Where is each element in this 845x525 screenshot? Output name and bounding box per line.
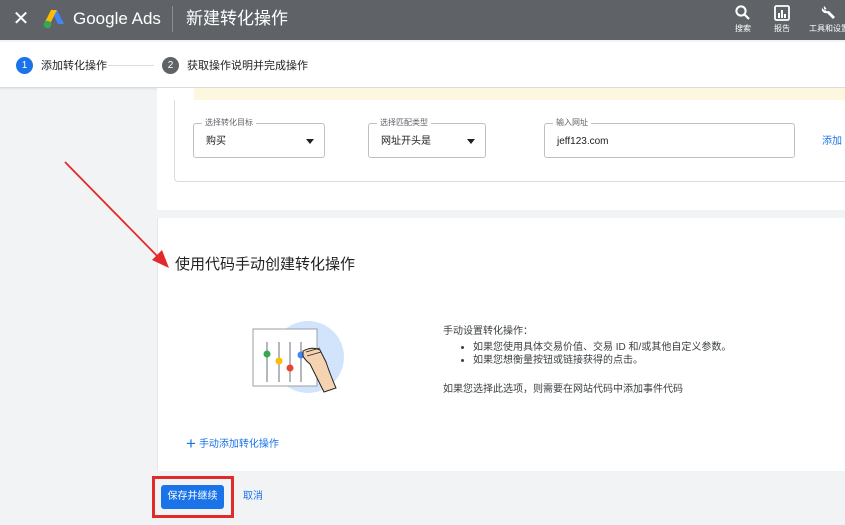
match-type-select[interactable]: 选择匹配类型 网址开头是 (368, 118, 486, 158)
url-input-value: jeff123.com (557, 136, 609, 147)
conversion-goal-select[interactable]: 选择转化目标 购买 (193, 118, 325, 158)
dropdown-arrow-icon (467, 139, 475, 144)
progress-stepper: 1 添加转化操作 2 获取操作说明并完成操作 (0, 42, 845, 88)
reports-button-label: 报告 (774, 24, 790, 33)
manual-setup-bullets: 如果您使用具体交易价值、交易 ID 和/或其他自定义参数。 如果您想衡量按钮或链… (443, 341, 773, 368)
manual-code-title: 使用代码手动创建转化操作 (175, 256, 356, 273)
cancel-button[interactable]: 取消 (243, 490, 263, 504)
tools-settings-button[interactable]: 工具和设置 (809, 4, 845, 34)
match-type-label: 选择匹配类型 (377, 118, 431, 128)
manual-setup-intro: 手动设置转化操作： (443, 326, 533, 337)
search-button[interactable]: 搜索 (723, 4, 763, 34)
plus-icon: + (186, 434, 196, 453)
step-connector (108, 65, 154, 66)
step-2-label: 获取操作说明并完成操作 (187, 60, 308, 72)
brand-name: Google Ads (73, 9, 161, 28)
step-1-number: 1 (16, 57, 33, 74)
top-app-bar: ✕ Google Ads 新建转化操作 搜索 报告 工具和设置 (0, 0, 845, 40)
manual-bullet-2: 如果您想衡量按钮或链接获得的点击。 (473, 354, 773, 368)
manual-add-conversion-label: 手动添加转化操作 (198, 439, 279, 450)
manual-setup-illustration (252, 321, 344, 393)
conversion-goal-label: 选择转化目标 (202, 118, 256, 128)
wrench-icon (821, 6, 835, 19)
step-1-label: 添加转化操作 (41, 60, 107, 72)
header-divider (172, 6, 173, 32)
url-input[interactable]: 输入网址 jeff123.com (544, 118, 795, 158)
search-button-label: 搜索 (735, 24, 751, 33)
search-icon (735, 5, 750, 20)
dropdown-arrow-icon (306, 139, 314, 144)
match-type-value: 网址开头是 (381, 136, 431, 147)
manual-setup-note: 如果您选择此选项，则需要在网站代码中添加事件代码 (443, 383, 683, 395)
manual-add-conversion-link[interactable]: + 手动添加转化操作 (186, 434, 279, 453)
reports-button[interactable]: 报告 (762, 4, 802, 34)
reports-icon (774, 5, 790, 21)
info-banner (194, 88, 845, 100)
add-url-link[interactable]: 添加 (822, 135, 842, 148)
google-ads-logo (43, 10, 64, 29)
manual-setup-description: 手动设置转化操作： 如果您使用具体交易价值、交易 ID 和/或其他自定义参数。 … (443, 325, 773, 396)
url-input-label: 输入网址 (553, 118, 591, 128)
step-2-number: 2 (162, 57, 179, 74)
tools-settings-label: 工具和设置 (809, 24, 845, 33)
conversion-goal-value: 购买 (206, 136, 226, 147)
page-title: 新建转化操作 (186, 9, 288, 28)
close-icon[interactable]: ✕ (10, 8, 32, 30)
manual-bullet-1: 如果您使用具体交易价值、交易 ID 和/或其他自定义参数。 (473, 341, 773, 355)
save-and-continue-button[interactable]: 保存并继续 (161, 485, 224, 509)
